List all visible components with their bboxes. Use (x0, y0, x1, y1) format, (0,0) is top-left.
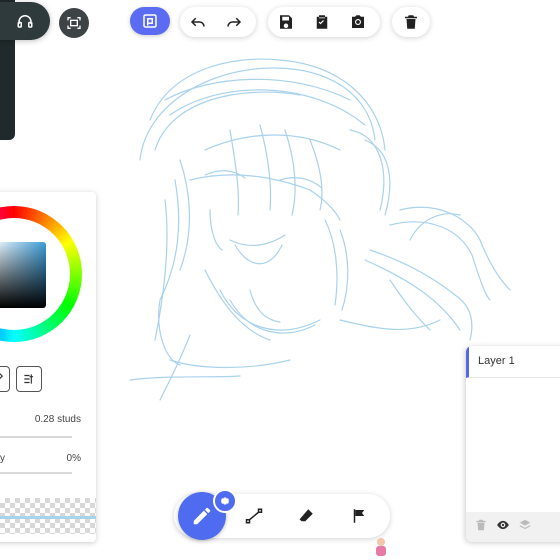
undo-button[interactable] (180, 7, 216, 37)
eraser-icon (298, 509, 313, 524)
redo-icon (227, 17, 242, 27)
fit-screen-icon (67, 17, 81, 29)
brush-settings-button[interactable] (213, 489, 237, 513)
headphones-icon[interactable] (16, 12, 34, 35)
opacity-slider[interactable] (0, 472, 72, 474)
app-logo-icon (143, 14, 157, 28)
trash-icon (405, 15, 417, 29)
line-tool-button[interactable] (236, 498, 272, 534)
top-left-toolbar (0, 2, 50, 40)
layer-footer (466, 512, 560, 542)
save-icon (280, 15, 292, 29)
opacity-label: y (0, 453, 5, 464)
saturation-square[interactable] (0, 242, 46, 308)
brush-type-icon (24, 374, 34, 384)
layer-panel: Layer 1 (466, 346, 560, 542)
file-toolbar (268, 7, 380, 37)
eyedropper-icon (0, 373, 4, 380)
pencil-icon (193, 507, 211, 525)
color-panel: 0.28 studs y 0% (0, 192, 96, 542)
clipboard-button[interactable] (304, 7, 340, 37)
undo-icon (190, 17, 205, 27)
eraser-tool-button[interactable] (288, 498, 324, 534)
eyedropper-button[interactable] (0, 366, 10, 392)
gear-icon (220, 497, 230, 505)
layer-name: Layer 1 (478, 355, 515, 367)
app-logo-button[interactable] (130, 7, 170, 35)
sketch-strokes (129, 58, 511, 401)
clipboard-icon (316, 15, 328, 29)
redo-button[interactable] (216, 7, 252, 37)
layers-icon (519, 519, 531, 529)
brush-type-button[interactable] (16, 366, 42, 392)
history-toolbar (180, 7, 256, 37)
brush-size-slider[interactable] (0, 436, 72, 438)
fit-screen-button[interactable] (59, 8, 89, 38)
trash-icon (476, 519, 486, 530)
line-icon (245, 508, 263, 524)
camera-icon (352, 15, 364, 28)
layers-button[interactable] (518, 518, 532, 537)
delete-button[interactable] (393, 7, 429, 37)
layer-item[interactable]: Layer 1 (466, 346, 560, 378)
brush-size-value: 0.28 studs (34, 414, 81, 425)
save-button[interactable] (268, 7, 304, 37)
brush-stroke-preview (0, 516, 96, 519)
delete-layer-button[interactable] (474, 518, 488, 537)
toggle-visibility-button[interactable] (496, 518, 510, 537)
opacity-value: 0% (66, 453, 81, 464)
camera-button[interactable] (340, 7, 376, 37)
avatar (374, 538, 388, 558)
flag-icon (353, 509, 365, 523)
eye-icon (497, 520, 509, 529)
delete-toolbar (392, 7, 430, 37)
flag-tool-button[interactable] (341, 498, 377, 534)
brush-preview (0, 498, 96, 534)
